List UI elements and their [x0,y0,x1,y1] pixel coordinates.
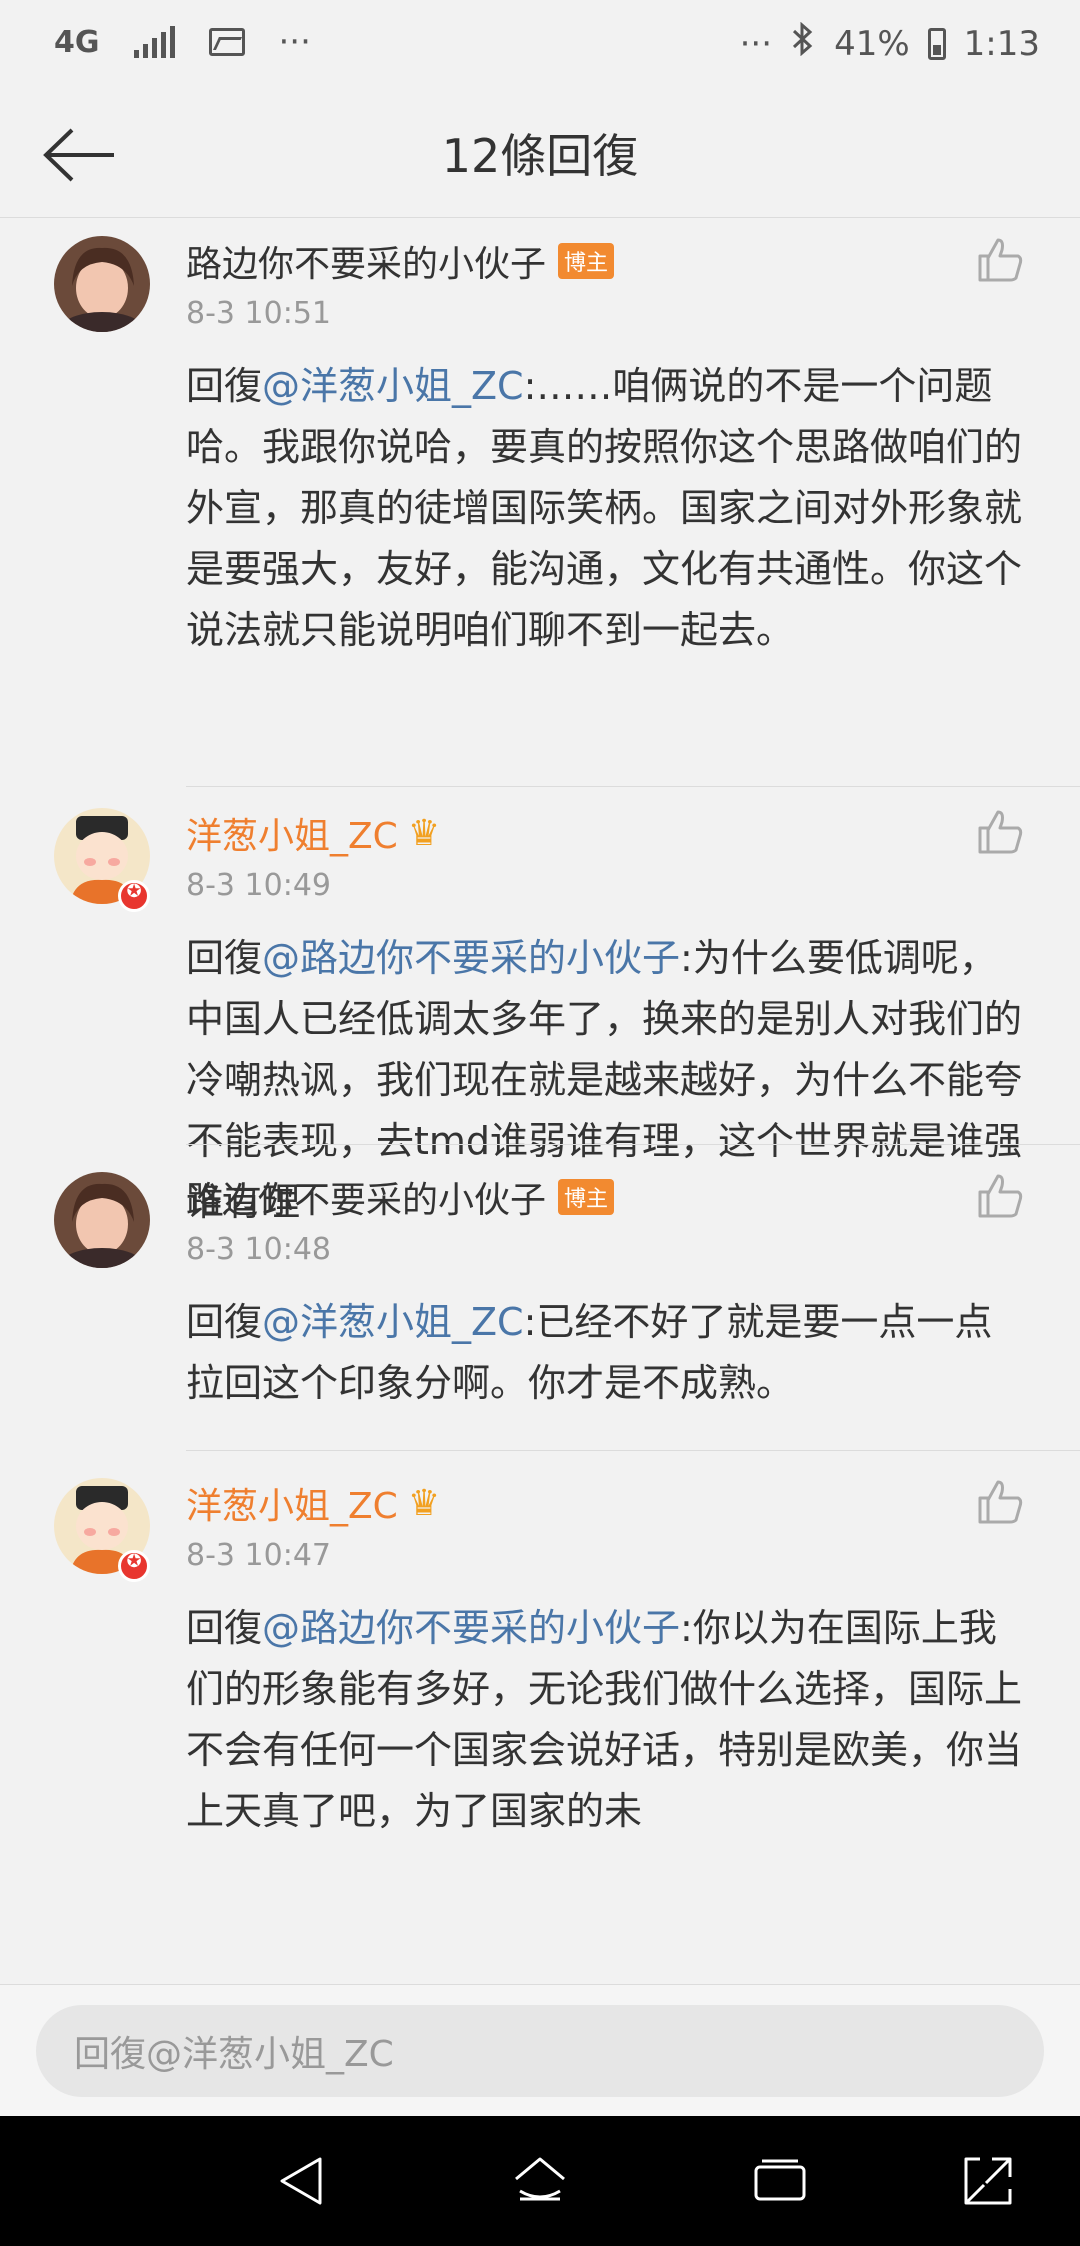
like-button[interactable] [976,236,1024,284]
image-notification-icon [208,28,245,56]
network-indicator: 4G [54,24,100,60]
verified-badge-icon [118,1550,150,1582]
reply-prefix: 回復 [186,1300,263,1344]
reply-prefix: 回復 [186,936,263,980]
commenter-name[interactable]: 路边你不要采的小伙子 [186,235,546,287]
thumbs-up-icon [978,238,1023,282]
bluetooth-icon [790,21,816,65]
battery-icon [927,27,946,60]
commenter-name[interactable]: 洋葱小姐_ZC [186,1477,398,1529]
battery-percent: 41% [834,23,910,64]
more-status-icon: ··· [739,23,773,64]
reply-prefix: 回復 [186,1606,263,1650]
avatar[interactable] [54,236,150,332]
mention-link[interactable]: @洋葱小姐_ZC [262,1300,524,1344]
comment-time: 8-3 10:48 [186,1232,331,1267]
home-icon [515,2157,565,2201]
nav-back-button[interactable] [272,2151,332,2211]
like-button[interactable] [976,808,1024,856]
triangle-back-icon [280,2157,322,2205]
thumbs-up-icon [978,810,1023,854]
comment-text: 回復@路边你不要采的小伙子:你以为在国际上我们的形象能有多好，无论我们做什么选择… [186,1598,1030,1842]
thumbs-up-icon [978,1480,1023,1524]
comment-time: 8-3 10:47 [186,1538,331,1573]
comment-item[interactable]: 路边你不要采的小伙子 博主 8-3 10:51 回復@洋葱小姐_ZC:……咱俩说… [0,218,1080,786]
comment-time: 8-3 10:51 [186,296,331,331]
nav-home-button[interactable] [510,2151,570,2211]
like-button[interactable] [976,1172,1024,1220]
signal-icon [133,26,175,58]
status-bar: 4G ··· ··· 41% 1:13 [0,0,1080,90]
author-badge: 博主 [558,243,615,279]
expand-icon [964,2157,1012,2205]
reply-prefix: 回復 [186,364,263,408]
header: 12條回復 [0,90,1080,218]
mention-link[interactable]: @洋葱小姐_ZC [262,364,524,408]
clock: 1:13 [963,23,1040,64]
commenter-name[interactable]: 洋葱小姐_ZC [186,807,398,859]
comment-item[interactable]: 路边你不要采的小伙子 博主 8-3 10:48 回復@洋葱小姐_ZC:已经不好了… [0,1144,1080,1450]
verified-badge-icon [118,880,150,912]
reply-input[interactable]: 回復@洋葱小姐_ZC [36,2005,1044,2097]
commenter-name[interactable]: 路边你不要采的小伙子 [186,1171,546,1223]
crown-icon: ♛ [407,812,441,854]
comment-time: 8-3 10:49 [186,868,331,903]
more-notifications-icon: ··· [278,22,311,62]
thumbs-up-icon [978,1174,1023,1218]
like-button[interactable] [976,1478,1024,1526]
system-nav-bar [0,2116,1080,2246]
comment-item[interactable]: 洋葱小姐_ZC ♛ 8-3 10:47 回復@路边你不要采的小伙子:你以为在国际… [0,1450,1080,1984]
comment-text: 回復@洋葱小姐_ZC:……咱俩说的不是一个问题哈。我跟你说哈，要真的按照你这个思… [186,356,1030,661]
mention-link[interactable]: @路边你不要采的小伙子 [262,936,680,980]
mention-link[interactable]: @路边你不要采的小伙子 [262,1606,680,1650]
avatar[interactable] [54,1172,150,1268]
comment-item[interactable]: 洋葱小姐_ZC ♛ 8-3 10:49 回復@路边你不要采的小伙子:为什么要低调… [0,786,1080,1224]
crown-icon: ♛ [407,1482,441,1524]
page-title: 12條回復 [441,129,639,183]
comment-text: 回復@洋葱小姐_ZC:已经不好了就是要一点一点拉回这个印象分啊。你才是不成熟。 [186,1292,1030,1414]
reply-bar: 回復@洋葱小姐_ZC [0,1984,1080,2116]
author-badge: 博主 [558,1179,615,1215]
nav-expand-button[interactable] [958,2151,1018,2211]
comment-list[interactable]: 路边你不要采的小伙子 博主 8-3 10:51 回復@洋葱小姐_ZC:……咱俩说… [0,218,1080,1984]
nav-recents-button[interactable] [750,2151,810,2211]
recents-icon [754,2159,806,2201]
